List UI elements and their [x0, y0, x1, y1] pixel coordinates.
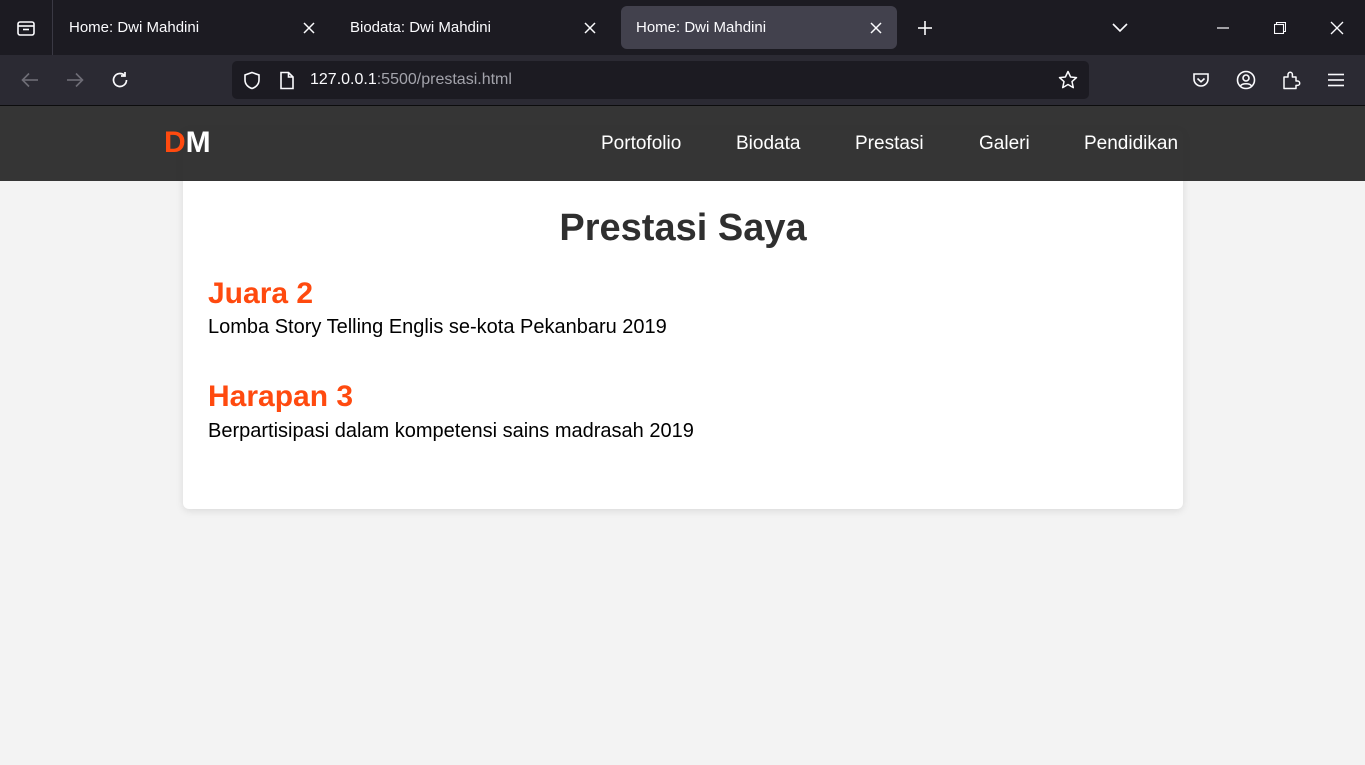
page-icon[interactable]: [279, 71, 295, 90]
pocket-button[interactable]: [1185, 64, 1217, 96]
tab-title: Home: Dwi Mahdini: [69, 19, 200, 36]
logo-letter-m: M: [185, 126, 211, 159]
reload-button[interactable]: [104, 64, 136, 96]
tab-home-active[interactable]: Home: Dwi Mahdini: [621, 6, 897, 49]
tab-biodata[interactable]: Biodata: Dwi Mahdini: [335, 6, 611, 49]
menu-button[interactable]: [1320, 64, 1352, 96]
tab-list-icon: [16, 18, 36, 38]
restore-button[interactable]: [1257, 0, 1303, 55]
nav-link-portofolio[interactable]: Portofolio: [601, 133, 681, 155]
extensions-icon: [1282, 70, 1301, 90]
tab-title: Biodata: Dwi Mahdini: [350, 19, 491, 36]
close-icon[interactable]: [867, 19, 885, 37]
achievement-description: Lomba Story Telling Englis se-kota Pekan…: [208, 316, 667, 338]
site-logo[interactable]: DM: [164, 126, 211, 160]
url-path: :5500/prestasi.html: [376, 71, 512, 88]
star-icon[interactable]: [1058, 70, 1078, 90]
tab-title: Home: Dwi Mahdini: [636, 19, 767, 36]
minimize-button[interactable]: [1200, 0, 1246, 55]
url-host: 127.0.0.1: [310, 71, 377, 88]
account-button[interactable]: [1230, 64, 1262, 96]
site-header: DM Portofolio Biodata Prestasi Galeri Pe…: [0, 106, 1365, 181]
reload-icon: [111, 71, 129, 89]
page-title: Prestasi Saya: [559, 207, 807, 249]
browser-toolbar: 127.0.0.1:5500/prestasi.html: [0, 55, 1365, 106]
close-icon[interactable]: [581, 19, 599, 37]
nav-link-prestasi[interactable]: Prestasi: [855, 133, 924, 155]
tab-home-1[interactable]: Home: Dwi Mahdini: [54, 6, 330, 49]
list-all-tabs-button[interactable]: [1105, 13, 1135, 43]
new-tab-button[interactable]: [910, 13, 940, 43]
url-text[interactable]: 127.0.0.1:5500/prestasi.html: [310, 71, 512, 89]
nav-link-biodata[interactable]: Biodata: [736, 133, 800, 155]
browser-tab-bar: Home: Dwi Mahdini Biodata: Dwi Mahdini H…: [0, 0, 1365, 55]
back-button[interactable]: [14, 64, 46, 96]
achievement-description: Berpartisipasi dalam kompetensi sains ma…: [208, 420, 694, 442]
forward-button[interactable]: [59, 64, 91, 96]
nav-link-pendidikan[interactable]: Pendidikan: [1084, 133, 1178, 155]
forward-arrow-icon: [66, 72, 84, 88]
back-arrow-icon: [21, 72, 39, 88]
account-icon: [1236, 70, 1256, 90]
extensions-button[interactable]: [1275, 64, 1307, 96]
achievement-title: Juara 2: [208, 277, 314, 310]
achievement-title: Harapan 3: [208, 380, 354, 413]
chevron-down-icon: [1112, 23, 1128, 33]
pocket-icon: [1192, 72, 1210, 89]
nav-link-galeri[interactable]: Galeri: [979, 133, 1030, 155]
restore-icon: [1274, 21, 1286, 34]
plus-icon: [917, 20, 933, 36]
tab-list-button[interactable]: [0, 0, 53, 55]
close-window-button[interactable]: [1314, 0, 1360, 55]
logo-letter-d: D: [164, 126, 186, 159]
close-icon[interactable]: [300, 19, 318, 37]
minimize-icon: [1217, 26, 1229, 29]
menu-icon: [1328, 73, 1344, 87]
close-window-icon: [1330, 21, 1344, 35]
shield-icon[interactable]: [243, 71, 261, 90]
url-bar[interactable]: 127.0.0.1:5500/prestasi.html: [232, 61, 1089, 99]
